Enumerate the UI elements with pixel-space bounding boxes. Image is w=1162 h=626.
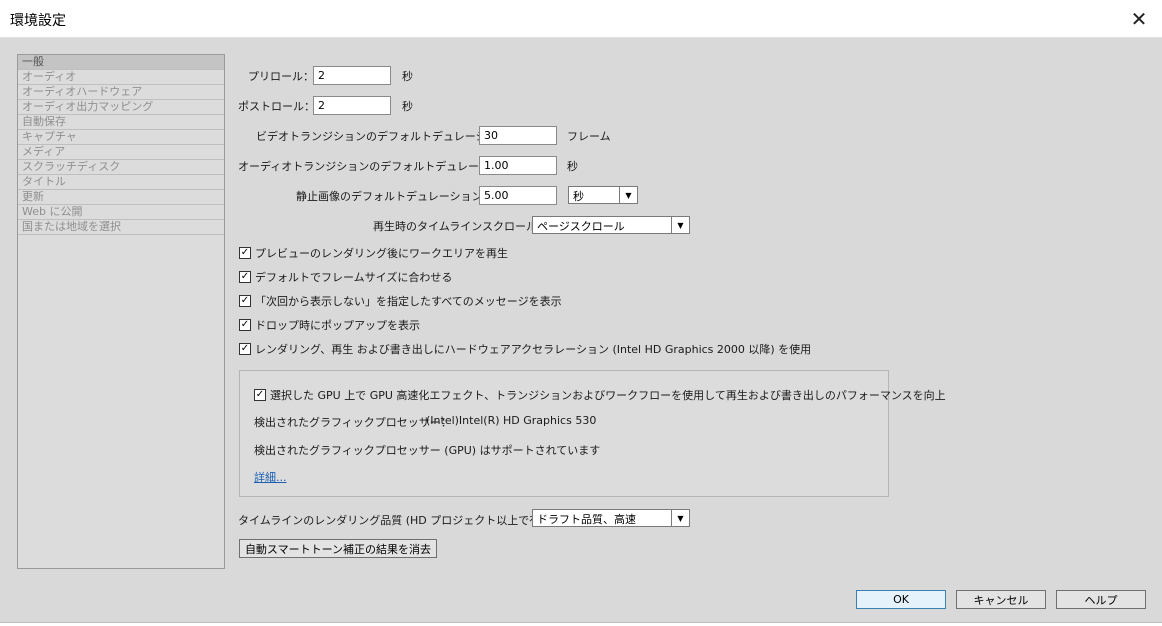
checkbox-check-icon: ✓ [239,295,251,307]
audio-transition-unit: 秒 [567,160,578,173]
sidebar-item-audio-output-mapping[interactable]: オーディオ出力マッピング [18,100,224,115]
sidebar-item-titles[interactable]: タイトル [18,175,224,190]
sidebar-item-publish-web[interactable]: Web に公開 [18,205,224,220]
video-transition-input[interactable] [479,126,557,145]
sidebar-item-capture[interactable]: キャプチャ [18,130,224,145]
scale-to-frame-label: デフォルトでフレームサイズに合わせる [255,271,453,284]
still-image-input[interactable] [479,186,557,205]
gpu-supported-text: 検出されたグラフィックプロセッサー (GPU) はサポートされています [254,444,601,457]
video-transition-unit: フレーム [567,130,611,143]
sidebar-item-updates[interactable]: 更新 [18,190,224,205]
postroll-label: ポストロール： [238,100,315,113]
render-quality-label: タイムラインのレンダリング品質 (HD プロジェクト以上で有効)： [238,514,567,527]
checkbox-check-icon: ✓ [239,247,251,259]
preroll-unit: 秒 [402,70,413,83]
render-quality-value: ドラフト品質、高速 [537,513,636,526]
help-button[interactable]: ヘルプ [1056,590,1146,609]
show-all-messages-label: 「次回から表示しない」を指定したすべてのメッセージを表示 [255,295,562,308]
sidebar-item-general[interactable]: 一般 [18,55,224,70]
sidebar-item-region[interactable]: 国または地域を選択 [18,220,224,235]
checkbox-check-icon: ✓ [239,271,251,283]
sidebar-item-scratch-disks[interactable]: スクラッチディスク [18,160,224,175]
timeline-scroll-select[interactable]: ページスクロール ▼ [532,216,690,234]
gpu-acceleration-checkbox[interactable]: ✓ 選択した GPU 上で GPU 高速化エフェクト、トランジションおよびワーク… [254,387,946,403]
gpu-details-link[interactable]: 詳細... [254,469,287,485]
checkbox-check-icon: ✓ [239,343,251,355]
checkbox-check-icon: ✓ [254,389,266,401]
show-all-messages-checkbox[interactable]: ✓ 「次回から表示しない」を指定したすべてのメッセージを表示 [239,293,562,309]
still-image-label: 静止画像のデフォルトデュレーション： [296,190,494,203]
ok-button[interactable]: OK [856,590,946,609]
hardware-acceleration-label: レンダリング、再生 および書き出しにハードウェアアクセラレーション (Intel… [255,343,812,356]
sidebar-item-auto-save[interactable]: 自動保存 [18,115,224,130]
play-work-area-label: プレビューのレンダリング後にワークエリアを再生 [255,247,508,260]
gpu-acceleration-label: 選択した GPU 上で GPU 高速化エフェクト、トランジションおよびワークフロ… [270,389,946,402]
category-list: 一般 オーディオ オーディオハードウェア オーディオ出力マッピング 自動保存 キ… [17,54,225,569]
render-quality-select[interactable]: ドラフト品質、高速 ▼ [532,509,690,527]
gpu-detected-label: 検出されたグラフィックプロセッサー： [254,416,452,429]
sidebar-item-media[interactable]: メディア [18,145,224,160]
gpu-panel: ✓ 選択した GPU 上で GPU 高速化エフェクト、トランジションおよびワーク… [239,370,946,497]
chevron-down-icon: ▼ [671,217,689,233]
window-bottom-edge [0,622,1162,626]
window-title: 環境設定 [10,13,66,29]
chevron-down-icon: ▼ [619,187,637,203]
preroll-input[interactable] [313,66,391,85]
timeline-scroll-label: 再生時のタイムラインスクロール： [373,220,549,233]
timeline-scroll-value: ページスクロール [537,220,625,233]
postroll-unit: 秒 [402,100,413,113]
still-image-unit-value: 秒 [573,190,584,203]
postroll-input[interactable] [313,96,391,115]
popup-on-drop-label: ドロップ時にポップアップを表示 [255,319,420,332]
title-bar: 環境設定 ✕ [0,0,1162,38]
preroll-label: プリロール： [248,70,314,83]
gpu-detected-value: (Intel)Intel(R) HD Graphics 530 [426,414,597,427]
close-icon[interactable]: ✕ [1116,0,1162,38]
scale-to-frame-checkbox[interactable]: ✓ デフォルトでフレームサイズに合わせる [239,269,452,285]
checkbox-check-icon: ✓ [239,319,251,331]
sidebar-item-audio[interactable]: オーディオ [18,70,224,85]
play-work-area-checkbox[interactable]: ✓ プレビューのレンダリング後にワークエリアを再生 [239,245,508,261]
cancel-button[interactable]: キャンセル [956,590,1046,609]
hardware-acceleration-checkbox[interactable]: ✓ レンダリング、再生 および書き出しにハードウェアアクセラレーション (Int… [239,341,811,357]
clear-smart-tone-button[interactable]: 自動スマートトーン補正の結果を消去 [239,539,437,558]
audio-transition-input[interactable] [479,156,557,175]
chevron-down-icon: ▼ [671,510,689,526]
sidebar-item-audio-hardware[interactable]: オーディオハードウェア [18,85,224,100]
still-image-unit-select[interactable]: 秒 ▼ [568,186,638,204]
popup-on-drop-checkbox[interactable]: ✓ ドロップ時にポップアップを表示 [239,317,420,333]
